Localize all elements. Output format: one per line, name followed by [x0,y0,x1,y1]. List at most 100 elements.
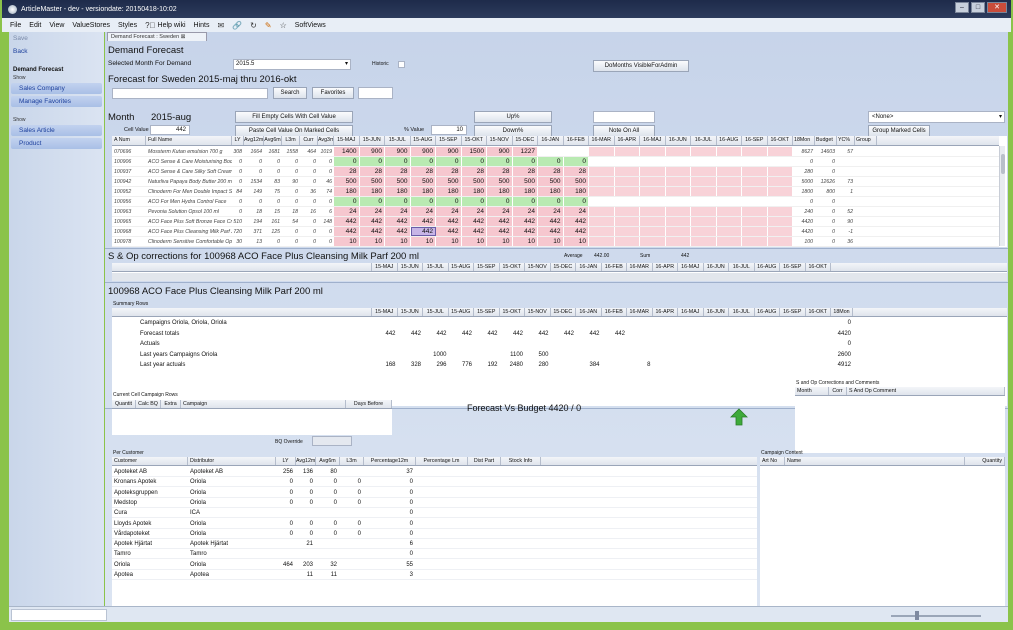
forecast-cell[interactable]: 24 [410,207,436,216]
grid-row[interactable]: 100952 Clinoderm For Men Double Impact Sh… [112,187,999,197]
forecast-cell[interactable]: 1500 [461,147,487,156]
forecast-cell[interactable]: 900 [359,147,385,156]
forecast-cell[interactable] [767,207,793,216]
forecast-cell[interactable] [589,207,615,216]
forecast-cell[interactable] [716,187,742,196]
forecast-cell[interactable]: 180 [512,187,538,196]
forecast-cell[interactable] [716,147,742,156]
forecast-cell[interactable]: 442 [461,227,487,236]
forecast-cell[interactable] [563,147,589,156]
sidebar-save[interactable]: Save [13,35,28,42]
forecast-cell[interactable] [665,217,691,226]
search-input[interactable] [112,88,268,99]
forecast-cell[interactable]: 24 [385,207,411,216]
col-art-no[interactable]: Art No [760,457,785,465]
forecast-cell[interactable]: 24 [436,207,462,216]
forecast-cell[interactable]: 0 [563,157,589,166]
forecast-cell[interactable] [691,157,717,166]
close-button[interactable]: ✕ [987,2,1007,13]
forecast-cell[interactable]: 0 [512,157,538,166]
forecast-cell[interactable]: 500 [359,177,385,186]
forecast-cell[interactable]: 28 [334,167,360,176]
forecast-cell[interactable]: 10 [436,237,462,246]
forecast-cell[interactable] [614,147,640,156]
forecast-cell[interactable]: 28 [487,167,513,176]
grid-row[interactable]: 100968 ACO Face Plus Cleansing Milk Parf … [112,227,999,237]
forecast-cell[interactable] [665,197,691,206]
fill-empty-button[interactable]: Fill Empty Cells With Cell Value [235,111,353,123]
col-header-month[interactable]: 16-MAR [589,136,615,145]
forecast-cell[interactable] [640,227,666,236]
forecast-cell[interactable] [716,207,742,216]
forecast-cell[interactable]: 442 [410,217,436,226]
forecast-cell[interactable]: 500 [538,177,564,186]
forecast-cell[interactable]: 10 [385,237,411,246]
forecast-cell[interactable] [742,197,768,206]
forecast-cell[interactable] [767,147,793,156]
forecast-cell[interactable] [691,217,717,226]
forecast-cell[interactable] [665,147,691,156]
forecast-cell[interactable]: 24 [512,207,538,216]
customer-col-header[interactable]: Percentage Lm [416,457,468,465]
forecast-cell[interactable] [691,237,717,246]
sop-col-header[interactable]: 15-MAJ [372,263,398,271]
forecast-cell[interactable] [665,207,691,216]
forecast-cell[interactable]: 10 [487,237,513,246]
summary-col-header[interactable]: 16-JUL [729,308,755,316]
summary-col-header[interactable]: 15-DEC [551,308,576,316]
forecast-cell[interactable]: 24 [359,207,385,216]
grid-row[interactable]: 100956 ACO For Men Hydra Control Face 0 0 0 0… [112,197,999,207]
summary-col-header[interactable]: 16-AUG [755,308,780,316]
brush-icon[interactable]: ✎ [265,21,272,30]
forecast-cell[interactable]: 28 [512,167,538,176]
group-select[interactable]: <None> ▾ [868,111,1005,123]
forecast-cell[interactable]: 0 [461,157,487,166]
forecast-cell[interactable]: 900 [385,147,411,156]
customer-row[interactable]: Apoteket AB Apoteket AB 256 136 80 37 [112,467,757,477]
col-header[interactable]: LY [232,136,244,145]
pct-value-input[interactable]: 10 [431,125,467,135]
forecast-cell[interactable] [716,197,742,206]
forecast-cell[interactable]: 442 [385,227,411,236]
col-header[interactable]: YC% [837,136,855,145]
tab-demand-forecast[interactable]: Demand Forecast : Sweden ⊠ [107,32,207,41]
customer-row[interactable]: Apotek Hjärtat Apotek Hjärtat 21 6 [112,539,757,550]
forecast-cell[interactable]: 10 [563,237,589,246]
grid-row[interactable]: 100906 ACO Sense & Care Moisturising Body… [112,157,999,167]
col-header-month[interactable]: 15-JUN [360,136,385,145]
col-header-month[interactable]: 16-APR [615,136,640,145]
forecast-cell[interactable] [589,227,615,236]
forecast-cell[interactable]: 180 [410,187,436,196]
col-header[interactable]: A Num [112,136,146,145]
forecast-cell[interactable]: 500 [461,177,487,186]
customer-col-header[interactable]: Avg6m [316,457,340,465]
forecast-cell[interactable]: 900 [436,147,462,156]
sidebar-item-sales-article[interactable]: Sales Article [19,127,55,134]
forecast-cell[interactable]: 180 [436,187,462,196]
col-header-month[interactable]: 16-MAJ [640,136,666,145]
favorites-button[interactable]: Favorites [312,87,354,99]
forecast-cell[interactable]: 180 [334,187,360,196]
col-extra[interactable]: Extra [161,400,181,408]
forecast-cell[interactable]: 28 [436,167,462,176]
forecast-cell[interactable]: 28 [538,167,564,176]
forecast-cell[interactable]: 442 [563,227,589,236]
customer-col-header[interactable]: Avg12m [296,457,316,465]
forecast-cell[interactable] [614,177,640,186]
forecast-cell[interactable]: 0 [461,197,487,206]
col-calc-bq[interactable]: Calc BQ [136,400,161,408]
forecast-cell[interactable] [716,217,742,226]
sop-col-header[interactable]: 15-JUL [423,263,449,271]
forecast-cell[interactable] [742,227,768,236]
sop-col-header[interactable]: 15-SEP [474,263,500,271]
summary-col-header[interactable]: 16-MAJ [678,308,704,316]
grid-scrollbar[interactable] [999,146,1005,246]
customer-col-header[interactable]: Dist Part [468,457,501,465]
forecast-cell[interactable] [767,157,793,166]
summary-col-header[interactable]: 15-MAJ [372,308,398,316]
summary-col-header[interactable]: 15-OKT [500,308,525,316]
sop-col-header[interactable]: 16-JUN [704,263,729,271]
sop-col-header[interactable]: 16-MAR [627,263,653,271]
forecast-cell[interactable] [716,167,742,176]
forecast-cell[interactable] [742,177,768,186]
